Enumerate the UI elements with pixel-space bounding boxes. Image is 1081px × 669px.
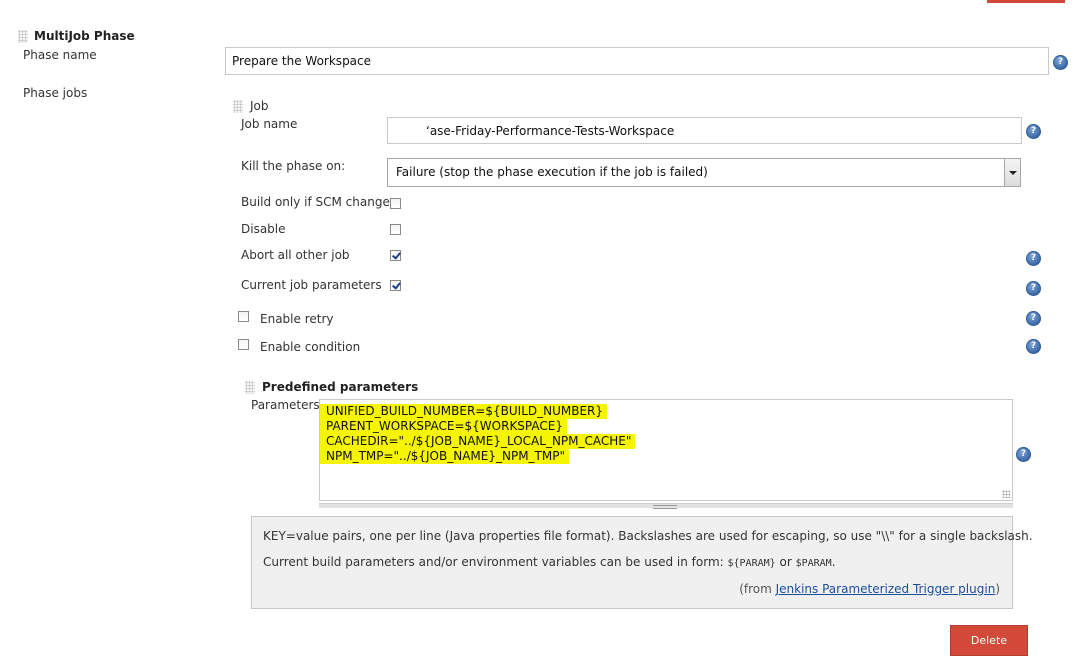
- abort-other-label: Abort all other job: [241, 248, 350, 262]
- parameters-help-box: KEY=value pairs, one per line (Java prop…: [251, 516, 1033, 609]
- help-text-line-2: Current build parameters and/or environm…: [263, 555, 836, 569]
- disable-checkbox[interactable]: [390, 224, 401, 235]
- plugin-source: (from Jenkins Parameterized Trigger plug…: [739, 582, 1000, 596]
- parameter-line: CACHEDIR="../${JOB_NAME}_LOCAL_NPM_CACHE…: [320, 434, 636, 449]
- phase-name-input[interactable]: Prepare the Workspace: [225, 47, 1049, 75]
- enable-retry-label: Enable retry: [260, 312, 334, 326]
- kill-phase-value: Failure (stop the phase execution if the…: [396, 165, 708, 179]
- section-title-predefined: Predefined parameters: [262, 380, 419, 394]
- help-icon[interactable]: ?: [1053, 55, 1068, 70]
- kill-phase-label: Kill the phase on:: [241, 159, 346, 173]
- enable-retry-checkbox[interactable]: [238, 311, 249, 322]
- job-name-input[interactable]: ‘ase-Friday-Performance-Tests-Workspace: [387, 117, 1022, 144]
- parameter-line: PARENT_WORKSPACE=${WORKSPACE}: [320, 419, 567, 434]
- help-text-prefix: Current build parameters and/or environm…: [263, 555, 728, 569]
- build-only-scm-checkbox[interactable]: [390, 198, 401, 209]
- help-icon[interactable]: ?: [1026, 124, 1041, 139]
- drag-handle-icon[interactable]: [233, 100, 243, 113]
- help-icon[interactable]: ?: [1026, 311, 1041, 326]
- enable-condition-label: Enable condition: [260, 340, 361, 354]
- drag-handle-icon[interactable]: [18, 30, 28, 43]
- chevron-down-icon[interactable]: [1004, 159, 1020, 186]
- job-name-value: ‘ase-Friday-Performance-Tests-Workspace: [426, 124, 675, 138]
- from-suffix: ): [995, 582, 1000, 596]
- help-icon[interactable]: ?: [1026, 339, 1041, 354]
- help-text-or: or: [775, 555, 796, 569]
- code-param: $PARAM: [795, 558, 832, 569]
- from-prefix: (from: [739, 582, 776, 596]
- parameters-textarea[interactable]: UNIFIED_BUILD_NUMBER=${BUILD_NUMBER} PAR…: [319, 399, 1013, 501]
- help-text-period: .: [831, 555, 836, 569]
- section-title-job: Job: [250, 99, 269, 113]
- parameters-label: Parameters: [251, 398, 320, 412]
- disable-label: Disable: [241, 222, 286, 236]
- phase-name-label: Phase name: [23, 48, 97, 62]
- delete-button[interactable]: Delete: [950, 625, 1028, 656]
- job-name-label: Job name: [241, 117, 298, 131]
- help-text-line-1: KEY=value pairs, one per line (Java prop…: [263, 529, 1033, 543]
- textarea-resize-handle[interactable]: [319, 503, 1013, 509]
- current-params-checkbox[interactable]: [390, 280, 401, 291]
- help-icon[interactable]: ?: [1016, 447, 1031, 462]
- kill-phase-select[interactable]: Failure (stop the phase execution if the…: [387, 158, 1021, 187]
- top-delete-button-partial[interactable]: [987, 0, 1065, 3]
- parameter-line: NPM_TMP="../${JOB_NAME}_NPM_TMP": [320, 449, 569, 464]
- section-title-multijob-phase: MultiJob Phase: [34, 29, 135, 43]
- parameter-line: UNIFIED_BUILD_NUMBER=${BUILD_NUMBER}: [320, 404, 608, 419]
- build-only-scm-label: Build only if SCM changes: [241, 195, 397, 209]
- drag-handle-icon[interactable]: [245, 381, 255, 394]
- code-param-braced: ${PARAM}: [727, 558, 776, 569]
- enable-condition-checkbox[interactable]: [238, 339, 249, 350]
- resize-grip-icon[interactable]: [1002, 490, 1010, 498]
- help-icon[interactable]: ?: [1026, 251, 1041, 266]
- current-params-label: Current job parameters: [241, 278, 382, 292]
- plugin-link[interactable]: Jenkins Parameterized Trigger plugin: [776, 582, 996, 596]
- phase-jobs-label: Phase jobs: [23, 86, 88, 100]
- help-icon[interactable]: ?: [1026, 281, 1041, 296]
- abort-other-checkbox[interactable]: [390, 250, 401, 261]
